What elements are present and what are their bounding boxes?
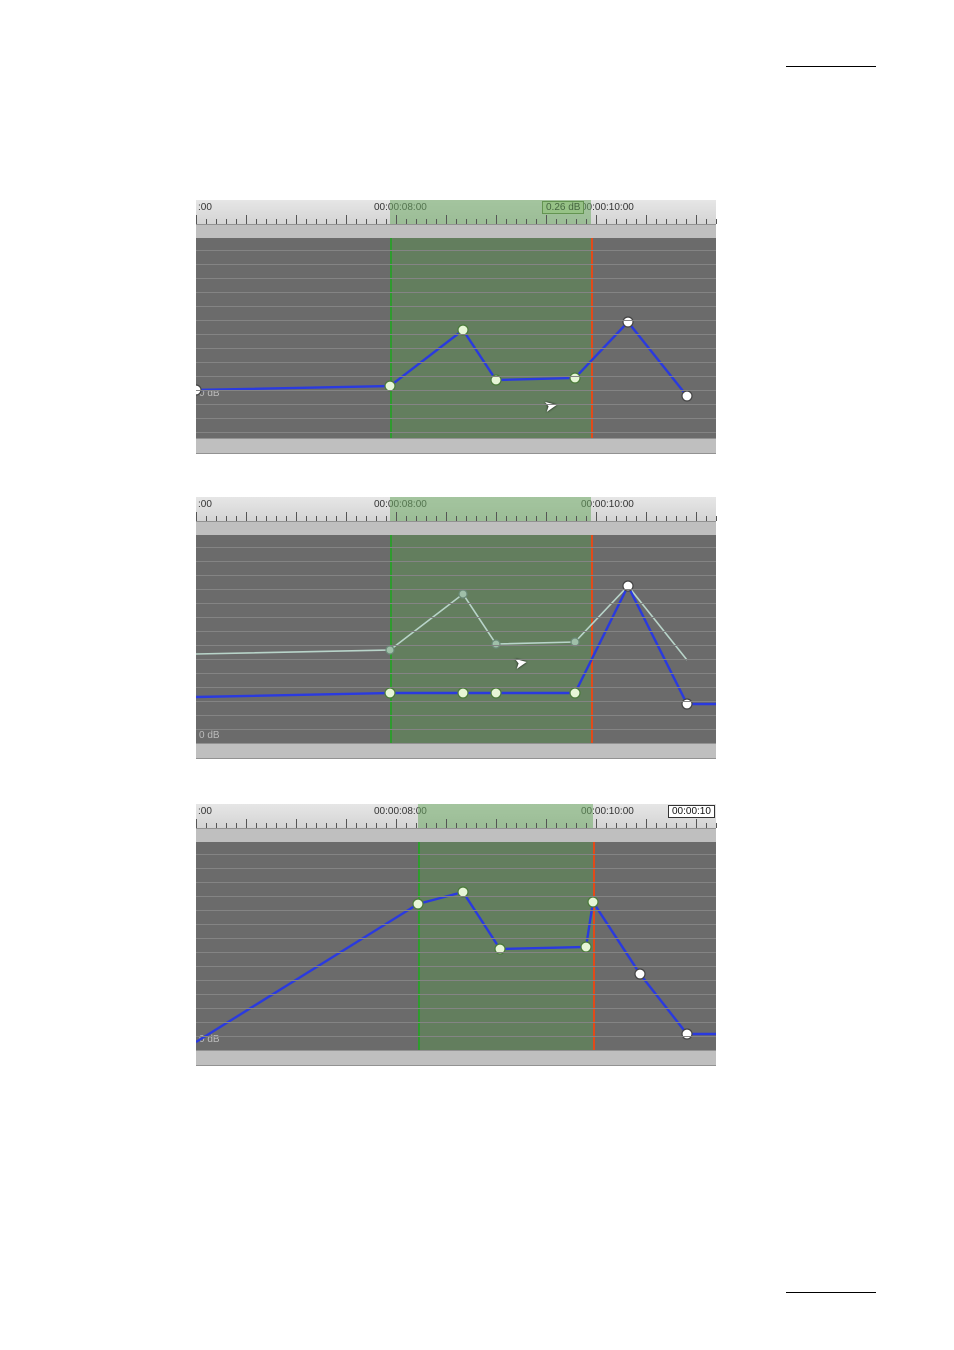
automation-curve[interactable] [196, 238, 716, 438]
automation-track-area[interactable]: 0 dB ➤ [196, 238, 716, 438]
automation-track-area[interactable]: 0 dB ➤ [196, 535, 716, 743]
ruler-label: :00 [198, 806, 212, 817]
automation-lane-2[interactable]: :00 00:00:08:00 00:00:10:00 0 dB ➤ [196, 497, 716, 757]
automation-lane-1[interactable]: :00 00:00:08:00 00:00:10:00 0.26 dB 0 dB… [196, 200, 716, 452]
strip-area [196, 1050, 716, 1066]
page-rule-bottom [786, 1292, 876, 1293]
ruler-label: :00 [198, 499, 212, 510]
strip-area [196, 743, 716, 759]
automation-curve[interactable] [196, 535, 716, 743]
ruler-ticks [196, 214, 716, 224]
strip-area [196, 438, 716, 454]
page-rule-top [786, 66, 876, 67]
ruler-label: :00 [198, 202, 212, 213]
time-ruler[interactable]: :00 00:00:08:00 00:00:10:00 [196, 497, 716, 522]
automation-curve[interactable] [196, 842, 716, 1050]
time-ruler[interactable]: :00 00:00:08:00 00:00:10:00 0.26 dB [196, 200, 716, 225]
automation-track-area[interactable]: 0 dB [196, 842, 716, 1050]
ruler-ticks [196, 511, 716, 521]
automation-lane-3[interactable]: :00 00:00:08:00 00:00:10:00 00:00:10 0 d… [196, 804, 716, 1064]
time-ruler[interactable]: :00 00:00:08:00 00:00:10:00 00:00:10 [196, 804, 716, 829]
ruler-ticks [196, 818, 716, 828]
time-tooltip: 00:00:10 [668, 805, 715, 818]
